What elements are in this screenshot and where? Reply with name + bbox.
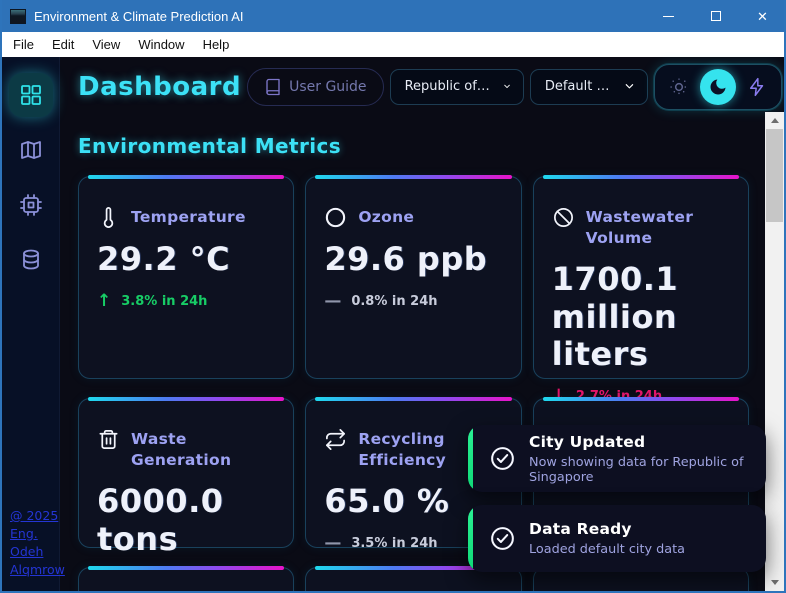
sun-icon [669,77,689,97]
database-icon [19,248,43,272]
metric-value: 6000.0 tons [97,481,224,558]
theme-toggle-group [654,63,782,110]
menu-help[interactable]: Help [194,33,239,56]
close-icon: ✕ [757,8,768,24]
titlebar: Environment & Climate Prediction AI ✕ [2,0,784,32]
scrollbar-up-arrow[interactable] [765,112,784,129]
page-header: Dashboard User Guide Republic of Singapo… [60,57,784,112]
section-title: Environmental Metrics [78,134,342,158]
dark-theme-button[interactable] [700,68,736,105]
app-window: Environment & Climate Prediction AI ✕ Fi… [0,0,786,593]
metric-value: 29.2 °C [97,240,231,278]
book-icon [264,78,282,96]
window-title: Environment & Climate Prediction AI [34,8,244,24]
grid-icon [19,83,43,107]
metric-card-waste-generation: Waste Generation 6000.0 tons ↑ 1.3% in 2… [78,397,295,589]
moon-icon [708,77,728,97]
toast-message: Now showing data for Republic of Singapo… [529,454,744,485]
check-circle-icon [489,445,516,472]
toast-city-updated: City Updated Now showing data for Republ… [468,425,766,492]
data-select[interactable]: Default Data [529,68,648,105]
maximize-icon [710,11,721,21]
sidebar-item-data[interactable] [9,238,53,282]
sidebar-item-map[interactable] [9,128,53,172]
metric-trend: ↑ 3.8% in 24h [97,290,208,311]
toast-title: City Updated [529,432,646,451]
close-button[interactable]: ✕ [739,0,784,32]
city-select-value: Republic of Singapore [404,79,493,94]
menu-file[interactable]: File [4,33,43,56]
toast-message: Loaded default city data [529,542,685,557]
chevron-down-icon [624,80,635,93]
map-icon [19,138,43,162]
scrollbar[interactable] [765,112,784,591]
scrollbar-thumb[interactable] [766,129,783,222]
metric-card-wastewater-volume: Wastewater Volume 1700.1 million liters … [532,175,749,405]
metric-value: 1700.1 million liters [551,259,679,374]
metric-card-temperature: Temperature 29.2 °C ↑ 3.8% in 24h [78,175,295,379]
cpu-icon [19,193,43,217]
page-title: Dashboard [78,71,242,102]
light-theme-button[interactable] [663,71,695,103]
slash-circle-icon [552,206,575,229]
menubar: File Edit View Window Help [2,32,784,57]
trend-icon: ↑ [97,290,112,311]
minimize-icon [663,15,674,17]
menu-window[interactable]: Window [129,33,193,56]
toast-stack: City Updated Now showing data for Republ… [468,425,766,572]
city-select[interactable]: Republic of Singapore [389,68,524,105]
trend-icon: — [324,290,342,311]
metric-card-ozone: Ozone 29.6 ppb — 0.8% in 24h [305,175,522,379]
window-controls: ✕ [645,0,784,32]
data-select-value: Default Data [544,79,615,94]
menu-edit[interactable]: Edit [43,33,83,56]
menu-view[interactable]: View [83,33,129,56]
maximize-button[interactable] [692,0,739,32]
user-guide-label: User Guide [289,78,367,95]
user-guide-button[interactable]: User Guide [247,67,384,106]
app-icon [10,8,26,24]
trash-icon [97,428,120,451]
toast-data-ready: Data Ready Loaded default city data [468,505,766,572]
copyright-link[interactable]: @ 2025 Eng. Odeh Alqmrow [10,507,66,579]
recycle-icon [324,428,347,451]
sidebar-item-models[interactable] [9,183,53,227]
trend-icon: — [324,532,342,553]
thermometer-icon [97,206,120,229]
check-circle-icon [489,525,516,552]
circle-icon [324,206,347,229]
metric-card-water-quality-index: Water Quality Index [78,566,295,591]
toast-title: Data Ready [529,520,632,538]
minimize-button[interactable] [645,0,692,32]
sidebar: @ 2025 Eng. Odeh Alqmrow [2,57,65,591]
lightning-icon [747,77,767,97]
scrollbar-down-arrow[interactable] [765,574,784,591]
metric-trend: — 0.8% in 24h [324,290,438,311]
sidebar-nav [2,57,59,282]
metric-value: 29.6 ppb [324,240,488,278]
chevron-down-icon [503,80,511,93]
auto-theme-button[interactable] [741,71,773,103]
sidebar-item-dashboard[interactable] [8,73,53,117]
